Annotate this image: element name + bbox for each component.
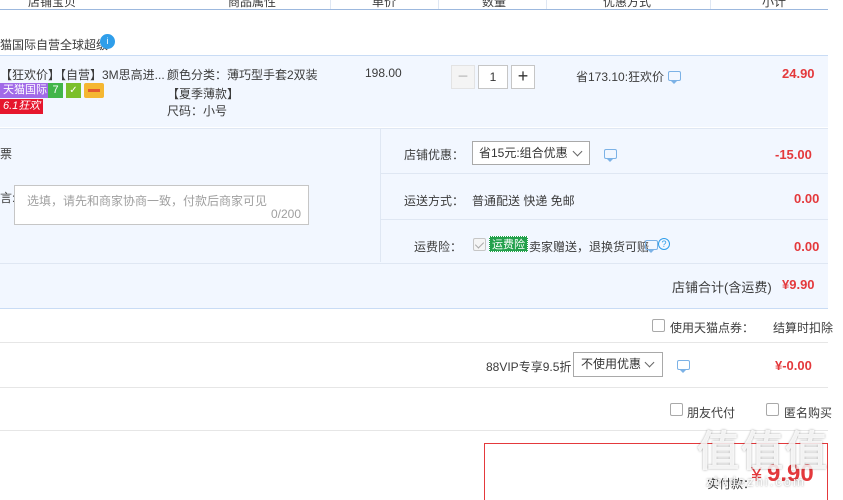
quantity-minus-button[interactable]: − [451, 65, 475, 89]
item-row: 【狂欢价】【自营】3M思高进... 天猫国际 7 ✓ 6.1狂欢 颜色分类：薄巧… [0, 55, 828, 127]
shop-coupon-select[interactable]: 省15元:组合优惠 [472, 141, 590, 165]
chat-bubble-icon[interactable] [677, 360, 690, 373]
watermark-site: zhidezhi.com [706, 474, 806, 489]
insurance-amount: 0.00 [794, 239, 820, 254]
item-subtotal: 24.90 [782, 66, 815, 81]
header-divider [438, 0, 439, 9]
shop-coupon-value: 省15元:组合优惠 [479, 146, 568, 160]
quantity-plus-button[interactable]: + [511, 65, 535, 89]
help-icon[interactable]: ? [658, 238, 670, 250]
row-divider [0, 387, 828, 388]
table-header: 店铺宝贝 商品属性 单价 数量 优惠方式 小计 [0, 0, 828, 10]
insurance-label: 运费险： [414, 240, 463, 254]
promo-tag: 6.1狂欢 [0, 99, 44, 114]
header-discount: 优惠方式 [603, 0, 652, 9]
unit-price: 198.00 [365, 66, 402, 80]
header-qty: 数量 [482, 0, 507, 9]
shop-name[interactable]: 猫国际自营全球超级 [0, 36, 108, 53]
seven-day-return-icon: 7 [48, 83, 63, 98]
chat-bubble-icon[interactable] [668, 71, 681, 84]
chat-bubble-icon[interactable] [645, 240, 658, 253]
vip-discount-label: 88VIP专享9.5折 [486, 360, 572, 374]
vip-discount-select[interactable]: 不使用优惠 [573, 352, 663, 377]
anonymous-purchase-checkbox[interactable] [766, 403, 779, 416]
vip-discount-amount: ¥-0.00 [775, 358, 812, 373]
chevron-down-icon [572, 146, 583, 157]
quantity-input[interactable]: 1 [478, 65, 508, 89]
coupon-amount: -15.00 [775, 147, 812, 162]
row-divider [0, 263, 828, 264]
info-badge-icon[interactable]: i [100, 34, 115, 49]
shop-total-amount: ¥9.90 [782, 277, 815, 292]
shop-coupon-label: 店铺优惠： [404, 148, 465, 162]
invoice-label: 票 [0, 147, 13, 161]
shipping-method: 普通配送 快递 免邮 [472, 194, 575, 208]
message-char-counter: 0/200 [270, 207, 301, 221]
header-divider [710, 0, 711, 9]
header-divider [546, 0, 547, 9]
insurance-text: 卖家赠送，退换货可赔 [529, 240, 650, 254]
credit-card-icon [84, 83, 104, 98]
item-size-attr: 尺码：小号 [167, 104, 228, 118]
tmall-points-note: 结算时扣除 [773, 321, 834, 335]
row-divider [0, 308, 828, 309]
chevron-down-icon [644, 357, 655, 368]
tmall-points-label: 使用天猫点券： [670, 321, 755, 335]
panel-divider [380, 129, 381, 262]
row-divider [0, 342, 828, 343]
row-divider [381, 173, 828, 174]
insurance-tag: 运费险 [489, 236, 528, 252]
order-options-panel: 票 言: 选填，请先和商家协商一致，付款后商家可见 0/200 店铺优惠： 省1… [0, 128, 828, 308]
insurance-checkbox[interactable] [473, 238, 486, 251]
shipping-label: 运送方式： [404, 194, 465, 208]
buyer-message-textarea[interactable]: 选填，请先和商家协商一致，付款后商家可见 0/200 [14, 185, 309, 225]
chat-bubble-icon[interactable] [604, 149, 617, 162]
header-price: 单价 [372, 0, 397, 9]
tmall-points-checkbox[interactable] [652, 319, 665, 332]
item-title-link[interactable]: 【狂欢价】【自营】3M思高进... [0, 66, 165, 83]
shop-total-label: 店铺合计(含运费) [672, 280, 772, 295]
row-divider [381, 219, 828, 220]
header-subtotal: 小计 [762, 0, 787, 9]
guarantee-icon: ✓ [66, 83, 81, 98]
header-attr: 商品属性 [228, 0, 277, 9]
item-saving-text: 省173.10:狂欢价 [576, 70, 665, 84]
vip-discount-value: 不使用优惠 [581, 357, 642, 371]
message-placeholder: 选填，请先和商家协商一致，付款后商家可见 [27, 194, 268, 208]
tmall-global-tag: 天猫国际 [0, 83, 50, 98]
friend-pay-checkbox[interactable] [670, 403, 683, 416]
item-color-attr: 颜色分类：薄巧型手套2双装【夏季薄款】 [167, 68, 318, 101]
header-shop: 店铺宝贝 [28, 0, 77, 9]
watermark-logo: 值值值 [697, 428, 830, 475]
header-divider [330, 0, 331, 9]
shipping-amount: 0.00 [794, 191, 820, 206]
